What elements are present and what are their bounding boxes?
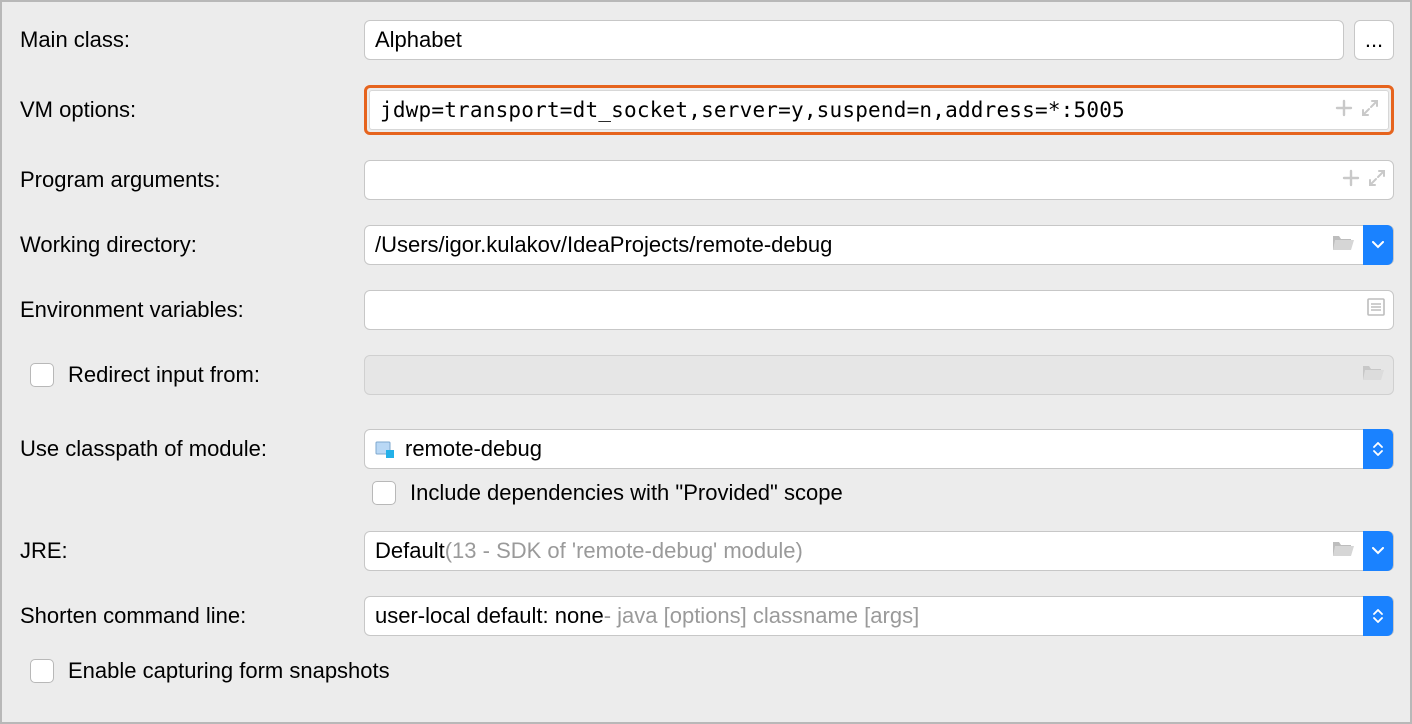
- label-main-class: Main class:: [20, 27, 130, 53]
- row-redirect-input: Redirect input from:: [20, 355, 1394, 395]
- working-directory-value: /Users/igor.kulakov/IdeaProjects/remote-…: [375, 232, 1331, 258]
- label-enable-snapshots: Enable capturing form snapshots: [68, 658, 390, 684]
- program-arguments-input[interactable]: [364, 160, 1394, 200]
- working-directory-combo[interactable]: /Users/igor.kulakov/IdeaProjects/remote-…: [364, 225, 1394, 265]
- environment-variables-input[interactable]: [364, 290, 1394, 330]
- main-class-browse-button[interactable]: ...: [1354, 20, 1394, 60]
- vm-options-input[interactable]: [369, 90, 1389, 130]
- shorten-hint: - java [options] classname [args]: [604, 603, 919, 629]
- row-main-class: Main class: ...: [20, 20, 1394, 60]
- label-jre: JRE:: [20, 538, 68, 564]
- label-redirect-input: Redirect input from:: [68, 362, 260, 388]
- shorten-value: user-local default: none: [375, 603, 604, 629]
- list-icon[interactable]: [1366, 297, 1386, 323]
- run-config-panel: Main class: ... VM options:: [0, 0, 1412, 724]
- row-classpath-module: Use classpath of module: remote-debug: [20, 429, 1394, 469]
- label-classpath-module: Use classpath of module:: [20, 436, 267, 462]
- folder-open-icon[interactable]: [1331, 538, 1355, 564]
- label-include-provided: Include dependencies with "Provided" sco…: [410, 480, 843, 506]
- shorten-command-line-select[interactable]: user-local default: none - java [options…: [364, 596, 1394, 636]
- classpath-module-select[interactable]: remote-debug: [364, 429, 1394, 469]
- include-provided-checkbox[interactable]: [372, 481, 396, 505]
- working-directory-dropdown-button[interactable]: [1363, 225, 1393, 265]
- row-include-provided: Include dependencies with "Provided" sco…: [364, 480, 1394, 506]
- row-working-directory: Working directory: /Users/igor.kulakov/I…: [20, 225, 1394, 265]
- plus-icon[interactable]: [1342, 167, 1360, 193]
- row-enable-snapshots: Enable capturing form snapshots: [20, 658, 1394, 684]
- row-program-arguments: Program arguments:: [20, 160, 1394, 200]
- plus-icon[interactable]: [1335, 97, 1353, 123]
- folder-open-icon: [1361, 362, 1385, 388]
- jre-select[interactable]: Default (13 - SDK of 'remote-debug' modu…: [364, 531, 1394, 571]
- row-jre: JRE: Default (13 - SDK of 'remote-debug'…: [20, 531, 1394, 571]
- classpath-module-dropdown-button[interactable]: [1363, 429, 1393, 469]
- jre-value: Default: [375, 538, 445, 564]
- label-vm-options: VM options:: [20, 97, 136, 123]
- label-working-directory: Working directory:: [20, 232, 197, 258]
- row-shorten-command-line: Shorten command line: user-local default…: [20, 596, 1394, 636]
- enable-snapshots-checkbox[interactable]: [30, 659, 54, 683]
- shorten-dropdown-button[interactable]: [1363, 596, 1393, 636]
- classpath-module-value: remote-debug: [405, 436, 1363, 462]
- ellipsis-label: ...: [1365, 27, 1383, 53]
- main-class-input[interactable]: [364, 20, 1344, 60]
- expand-icon[interactable]: [1361, 97, 1379, 123]
- label-program-arguments: Program arguments:: [20, 167, 221, 193]
- jre-hint: (13 - SDK of 'remote-debug' module): [445, 538, 803, 564]
- label-environment-variables: Environment variables:: [20, 297, 244, 323]
- row-vm-options: VM options:: [20, 85, 1394, 135]
- folder-open-icon[interactable]: [1331, 232, 1355, 258]
- redirect-input-checkbox[interactable]: [30, 363, 54, 387]
- vm-options-highlight: [364, 85, 1394, 135]
- module-icon: [375, 439, 395, 459]
- label-shorten-command-line: Shorten command line:: [20, 603, 246, 629]
- expand-icon[interactable]: [1368, 167, 1386, 193]
- jre-dropdown-button[interactable]: [1363, 531, 1393, 571]
- redirect-input-field-disabled: [364, 355, 1394, 395]
- row-environment-variables: Environment variables:: [20, 290, 1394, 330]
